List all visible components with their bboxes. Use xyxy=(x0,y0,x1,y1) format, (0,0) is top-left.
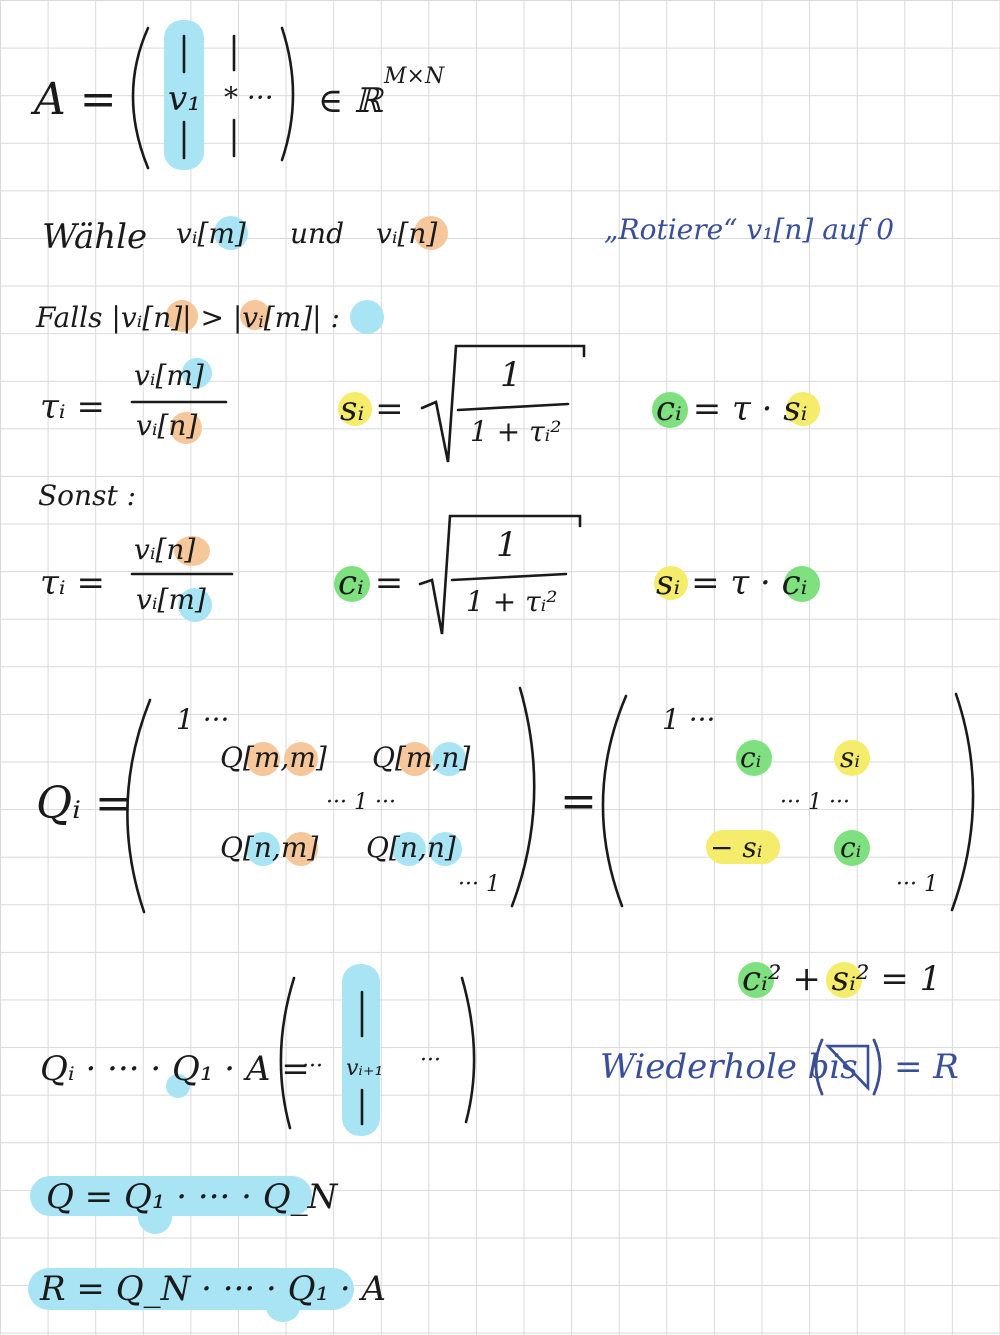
case2-sqrt-num: 1 xyxy=(496,525,518,565)
R-definition: R = Q_N · ··· · Q₁ · A xyxy=(40,1269,387,1309)
Q-nn: Q[n,n] xyxy=(366,831,456,864)
Q-one-topleft: 1 ··· xyxy=(176,703,230,736)
case2-tau-lhs: τᵢ = xyxy=(40,563,105,603)
R-one-topleft: 1 ··· xyxy=(662,703,716,736)
case1-tau-num: vᵢ[m] xyxy=(134,359,204,392)
Q-one-bottomright: ··· 1 xyxy=(458,872,500,897)
case1-sqrt-den: 1 + τᵢ² xyxy=(470,415,562,448)
repeat-note: Wiederhole bis xyxy=(600,1047,858,1087)
case1-tau-lhs: τᵢ = xyxy=(40,387,105,427)
ink-strokes xyxy=(126,26,975,1130)
star-entry: * ··· xyxy=(224,81,274,114)
Q-equals: = xyxy=(560,776,597,827)
R-c1: cᵢ xyxy=(740,741,762,774)
case2-s-expr: sᵢ = τ · cᵢ xyxy=(656,563,808,603)
R-mid-one: ··· 1 ··· xyxy=(780,790,850,815)
product-col: vᵢ₊₁ xyxy=(346,1056,384,1081)
choose-vim: vᵢ[m] xyxy=(176,217,246,250)
case1-condition: Falls |vᵢ[n]| > |vᵢ[m]| : xyxy=(36,301,340,334)
repeat-note-tail: = R xyxy=(894,1047,959,1087)
choose-und: und xyxy=(290,217,344,250)
case2-condition: Sonst : xyxy=(38,479,137,512)
R-neg-s: − sᵢ xyxy=(710,831,763,864)
Q-lhs: Qᵢ = xyxy=(36,778,132,829)
case2-c-lhs: cᵢ = xyxy=(338,563,404,603)
Q-mid-one: ··· 1 ··· xyxy=(326,790,396,815)
rotate-note: „Rotiere“ v₁[n] auf 0 xyxy=(604,213,895,246)
Q-mn: Q[m,n] xyxy=(372,741,471,774)
case1-c-expr: cᵢ = τ · sᵢ xyxy=(656,389,808,429)
case2-tau-den: vᵢ[m] xyxy=(136,583,206,616)
v1-entry: v₁ xyxy=(168,79,201,119)
case1-s-lhs: sᵢ = xyxy=(340,389,404,429)
Q-nm: Q[n,m] xyxy=(220,831,319,864)
R-c2: cᵢ xyxy=(840,831,862,864)
case2-sqrt-den: 1 + τᵢ² xyxy=(466,585,558,618)
case1-sqrt-num: 1 xyxy=(500,355,522,395)
trig-identity: cᵢ² + sᵢ² = 1 xyxy=(742,959,942,999)
real-space: ∈ ℝ xyxy=(318,81,383,121)
product-dots-left: ··· xyxy=(302,1054,323,1079)
case1-tau-den: vᵢ[n] xyxy=(136,409,198,442)
Q-definition: Q = Q₁ · ··· · Q_N xyxy=(46,1177,338,1217)
R-s1: sᵢ xyxy=(840,741,861,774)
choose-label: Wähle xyxy=(42,217,148,257)
R-one-bottomright: ··· 1 xyxy=(896,872,938,897)
case2-tau-num: vᵢ[n] xyxy=(134,533,196,566)
product-lhs: Qᵢ · ··· · Q₁ · A = xyxy=(40,1049,310,1089)
handwritten-note-page: A = v₁ * ··· ∈ ℝ M×N Wähle vᵢ[m] und vᵢ[… xyxy=(0,0,1000,1335)
choose-vin: vᵢ[n] xyxy=(376,217,438,250)
real-space-exponent: M×N xyxy=(384,64,445,89)
Q-mm: Q[m,m] xyxy=(220,741,327,774)
A-lhs: A = xyxy=(34,74,117,125)
product-dots-right: ··· xyxy=(420,1048,441,1073)
